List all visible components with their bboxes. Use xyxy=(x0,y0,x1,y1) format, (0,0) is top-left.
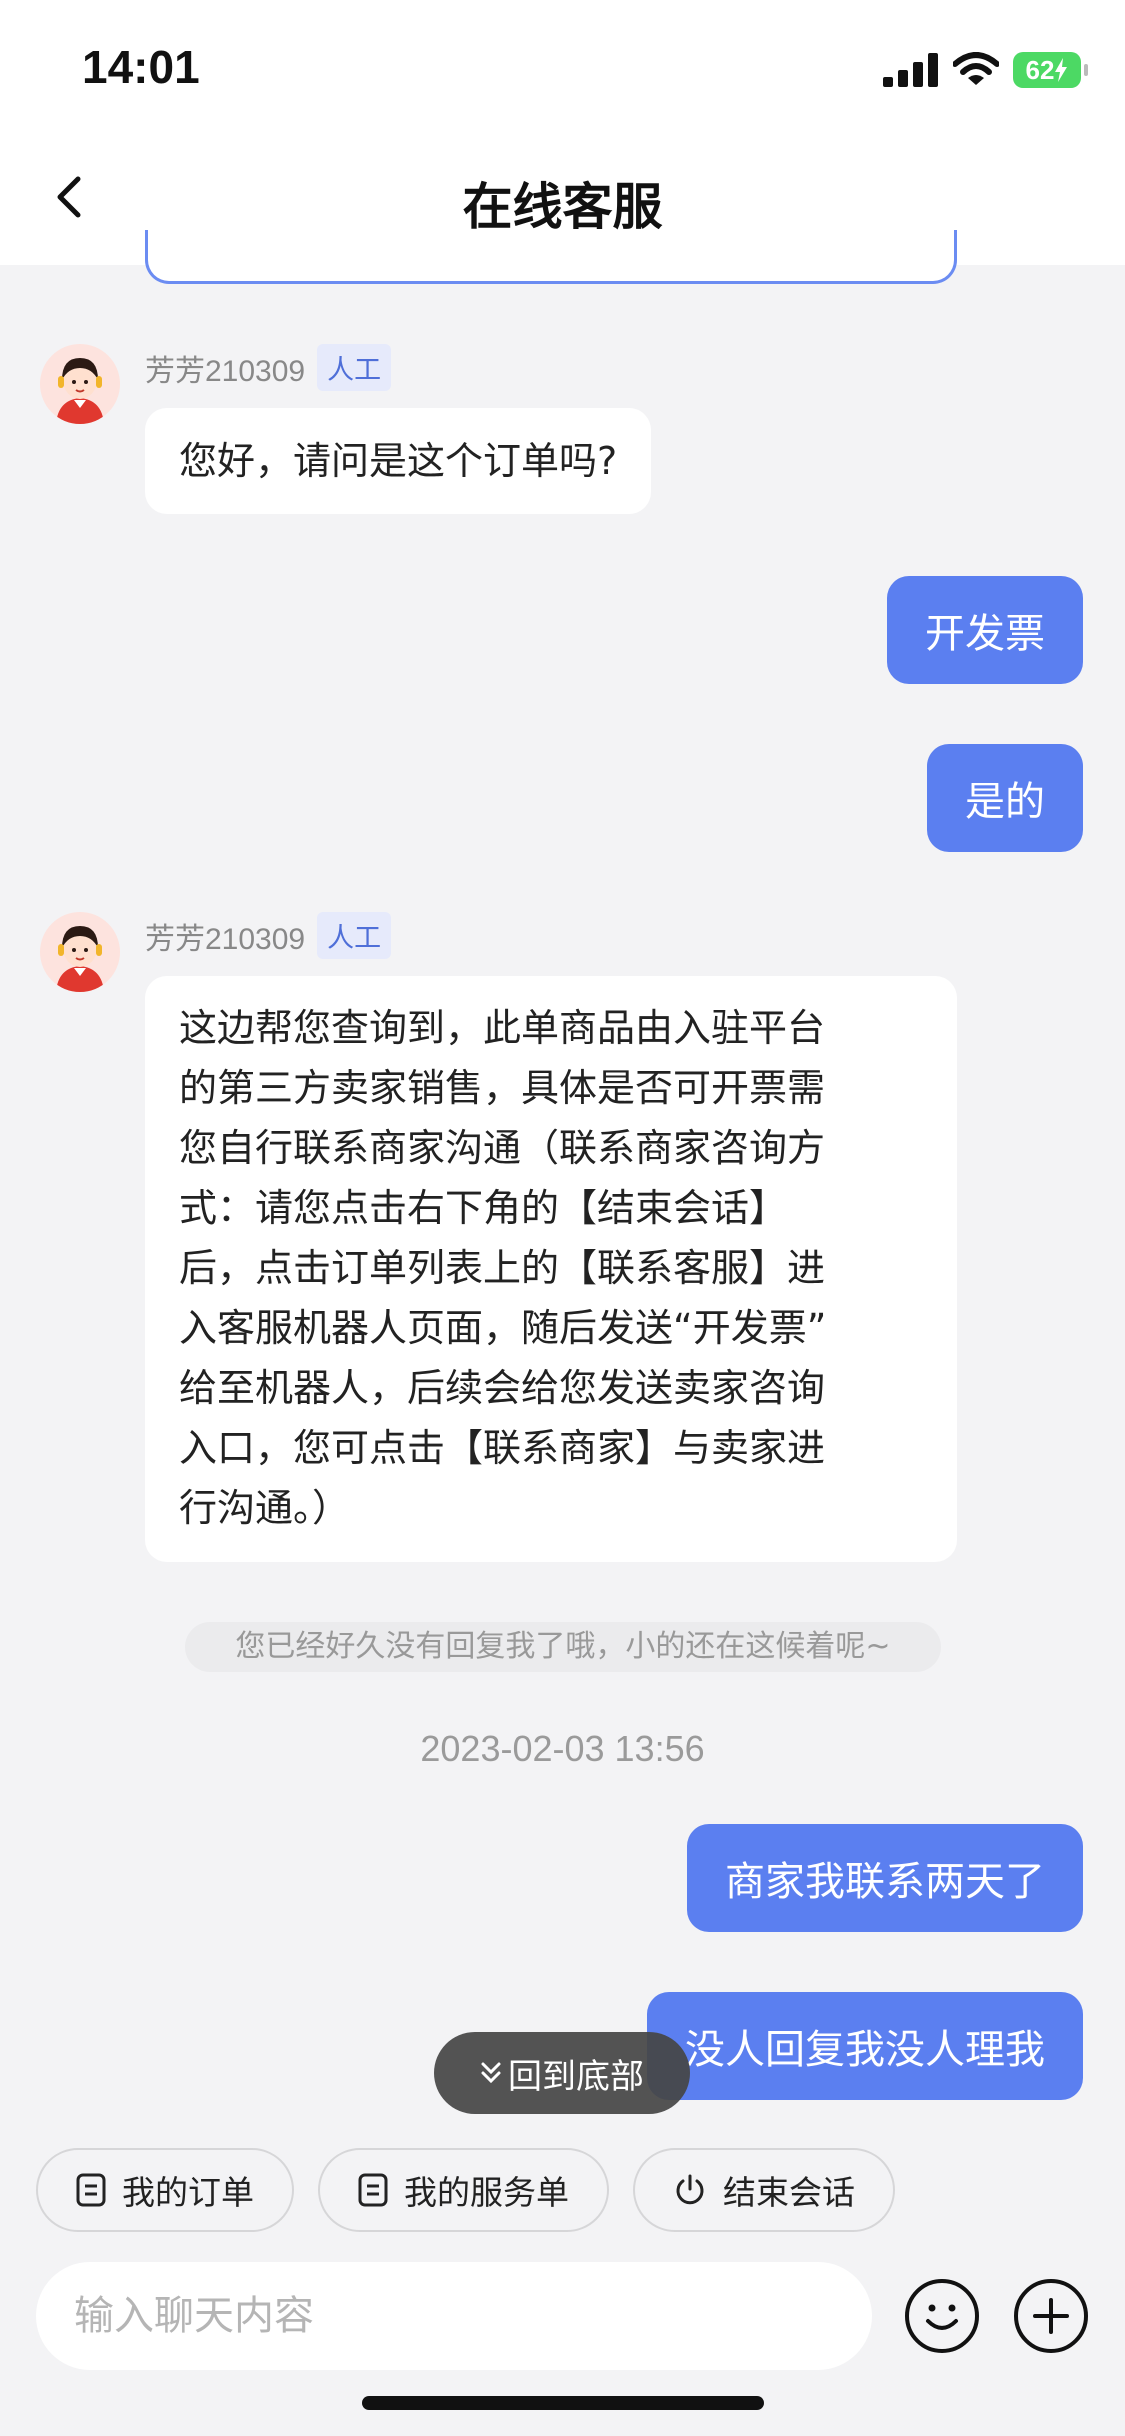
agent-tag: 人工 xyxy=(317,344,392,391)
agent-info: 芳芳210309 人工 xyxy=(145,912,392,959)
message-line: 这边帮您查询到，此单商品由入驻平台 xyxy=(179,1006,826,1050)
agent-avatar-image xyxy=(40,344,120,424)
agent-name: 芳芳210309 xyxy=(145,354,306,388)
agent-name: 芳芳210309 xyxy=(145,922,306,956)
agent-tag: 人工 xyxy=(317,912,392,959)
page-title: 在线客服 xyxy=(462,178,663,236)
message-line: 您自行联系商家沟通（联系商家咨询方 xyxy=(179,1126,826,1170)
message-line: 入口，您可点击【联系商家】与卖家进 xyxy=(179,1426,826,1470)
message-timestamp: 2023-02-03 13:56 xyxy=(420,1728,705,1769)
plus-icon xyxy=(1033,2298,1069,2334)
user-message-bubble: 没人回复我没人理我 xyxy=(647,1992,1083,2100)
user-message-bubble: 是的 xyxy=(927,744,1083,852)
system-notice: 您已经好久没有回复我了哦，小的还在这候着呢~ xyxy=(185,1622,941,1672)
emoji-button[interactable] xyxy=(905,2279,979,2353)
message-line: 的第三方卖家销售，具体是否可开票需 xyxy=(179,1066,826,1110)
user-message-bubble: 商家我联系两天了 xyxy=(687,1824,1083,1932)
power-icon xyxy=(676,2174,704,2205)
status-bar: 14:01 62 xyxy=(0,0,1125,135)
my-service-orders-label: 我的服务单 xyxy=(404,2173,569,2212)
agent-message-bubble: 您好，请问是这个订单吗? xyxy=(145,408,652,514)
message-line: 式：请您点击右下角的【结束会话】 xyxy=(179,1186,788,1230)
wifi-icon xyxy=(953,52,999,85)
end-session-label: 结束会话 xyxy=(723,2173,855,2212)
back-to-bottom-label: 回到底部 xyxy=(508,2056,644,2097)
charging-icon xyxy=(1055,58,1068,82)
emoji-icon xyxy=(926,2304,958,2330)
message-line: 后，点击订单列表上的【联系客服】进 xyxy=(179,1246,826,1290)
message-line: 入客服机器人页面，随后发送“开发票” xyxy=(179,1306,827,1350)
agent-avatar-image xyxy=(40,912,120,992)
my-orders-label: 我的订单 xyxy=(122,2173,254,2212)
my-orders-button[interactable]: 我的订单 xyxy=(36,2148,294,2232)
add-attachment-button[interactable] xyxy=(1014,2279,1088,2353)
back-to-bottom-button[interactable]: 回到底部 xyxy=(434,2032,690,2114)
end-session-button[interactable]: 结束会话 xyxy=(633,2148,895,2232)
message-line: 给至机器人，后续会给您发送卖家咨询 xyxy=(179,1366,826,1410)
battery-level: 62 xyxy=(1025,54,1055,85)
quick-actions: 我的订单 我的服务单 结束会话 xyxy=(36,2148,895,2232)
agent-message-bubble: 这边帮您查询到，此单商品由入驻平台 的第三方卖家销售，具体是否可开票需 您自行联… xyxy=(145,976,957,1562)
agent-avatar[interactable] xyxy=(40,344,120,424)
status-icons: 62 xyxy=(883,50,1088,90)
my-service-orders-button[interactable]: 我的服务单 xyxy=(318,2148,609,2232)
user-message-bubble: 开发票 xyxy=(887,576,1083,684)
message-line: 行沟通。） xyxy=(179,1486,351,1530)
agent-info: 芳芳210309 人工 xyxy=(145,344,392,391)
document-icon xyxy=(76,2173,106,2207)
status-time: 14:01 xyxy=(82,41,200,93)
chat-input[interactable]: 输入聊天内容 xyxy=(36,2262,872,2370)
home-indicator xyxy=(362,2396,764,2410)
order-card[interactable] xyxy=(145,230,957,284)
document-icon xyxy=(358,2173,388,2207)
battery-indicator: 62 xyxy=(1013,52,1088,88)
double-chevron-down-icon xyxy=(481,2062,501,2084)
signal-icon xyxy=(883,53,938,87)
agent-avatar[interactable] xyxy=(40,912,120,992)
